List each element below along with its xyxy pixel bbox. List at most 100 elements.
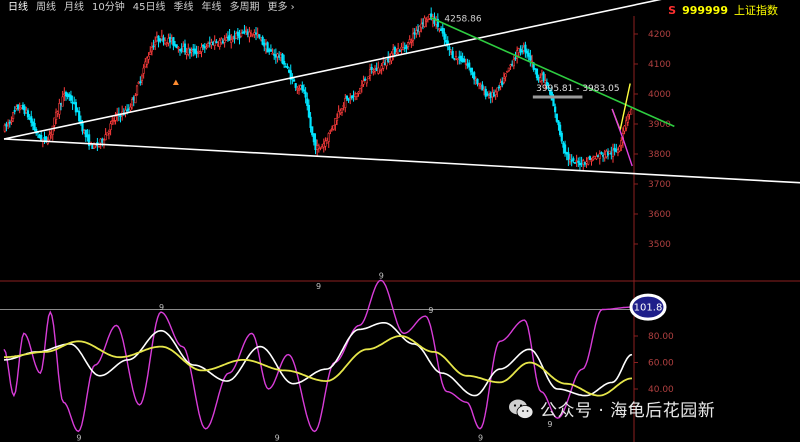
candle-body <box>200 47 203 52</box>
candle-body <box>69 95 73 101</box>
candle-body <box>378 69 382 72</box>
candle-body <box>335 117 339 121</box>
candle-body <box>600 152 603 154</box>
candle-body <box>618 146 621 152</box>
candle-body <box>486 93 489 96</box>
tab-weekly[interactable]: 周线 <box>32 1 60 15</box>
candle-body <box>368 69 372 76</box>
candle-body <box>172 37 175 46</box>
tab-quarterly[interactable]: 季线 <box>169 1 197 15</box>
y-tick-label: 3800 <box>648 150 671 160</box>
osc-marker: 9 <box>159 303 164 312</box>
candle-body <box>502 77 506 83</box>
y-tick-label: 3700 <box>648 180 671 190</box>
candle-body <box>563 144 567 154</box>
candle-body <box>443 32 446 40</box>
osc-marker: 9 <box>478 433 483 442</box>
candle-body <box>135 85 139 95</box>
signal-marker <box>172 79 179 85</box>
candle-body <box>577 161 580 163</box>
candle-body <box>245 29 248 32</box>
candle-body <box>294 83 297 88</box>
candle-body <box>147 55 150 60</box>
candle-body <box>496 87 499 92</box>
candle-body <box>258 34 261 38</box>
candle-body <box>112 120 115 122</box>
candle-body <box>542 72 545 81</box>
osc-y-tick-label: 40.00 <box>648 385 674 395</box>
candle-body <box>554 106 557 113</box>
trendline-upper-channel <box>3 0 662 140</box>
osc-marker: 9 <box>428 306 433 315</box>
candle-body <box>626 115 629 123</box>
candle-body <box>425 19 428 22</box>
candle-body <box>7 123 10 126</box>
candle-body <box>81 121 84 132</box>
candle-body <box>26 110 30 118</box>
candle-body <box>410 40 413 43</box>
candle-body <box>398 50 401 52</box>
candle-body <box>552 98 555 107</box>
candle-body <box>286 66 289 68</box>
watermark-text: 公众号 · 海龟后花园新 <box>540 401 716 421</box>
osc-marker: 9 <box>547 420 552 429</box>
candle-body <box>560 132 563 142</box>
osc-marker: 9 <box>379 271 384 280</box>
candle-body <box>630 109 633 115</box>
candle-body <box>309 116 312 128</box>
candle-body <box>10 120 13 123</box>
tab-45day[interactable]: 45日线 <box>129 1 170 15</box>
candle-body <box>126 109 129 112</box>
candle-body <box>283 60 286 65</box>
candle-body <box>506 70 509 73</box>
candle-body <box>420 23 423 29</box>
candle-body <box>306 98 309 106</box>
candle-body <box>33 122 36 131</box>
candle-body <box>142 67 145 74</box>
candle-body <box>215 41 218 43</box>
osc-y-tick-label: 80.00 <box>648 332 674 342</box>
candle-body <box>154 41 157 46</box>
candle-body <box>567 152 570 161</box>
candle-body <box>190 50 193 53</box>
candle-body <box>301 85 304 91</box>
tab-10min[interactable]: 10分钟 <box>88 1 129 15</box>
tab-more[interactable]: 更多 › <box>263 1 298 15</box>
candle-body <box>494 91 497 95</box>
candle-body <box>243 31 246 33</box>
candle-body <box>269 49 273 52</box>
candle-body <box>202 45 205 47</box>
candle-body <box>345 95 349 99</box>
tab-monthly[interactable]: 月线 <box>60 1 88 15</box>
candle-body <box>359 88 362 95</box>
candle-body <box>51 125 54 135</box>
tab-daily[interactable]: 日线 <box>4 1 32 15</box>
candle-body <box>367 76 370 80</box>
candle-body <box>360 85 363 88</box>
candle-body <box>107 130 111 134</box>
candle-body <box>134 95 137 104</box>
candle-body <box>327 133 330 142</box>
candle-body <box>598 153 601 159</box>
candle-body <box>78 111 81 122</box>
candle-body <box>463 58 466 63</box>
candle-body <box>469 67 472 73</box>
candle-body <box>332 124 335 130</box>
candle-body <box>411 33 415 41</box>
candle-body <box>572 158 575 161</box>
instrument-name: 上证指数 <box>734 4 778 17</box>
candle-body <box>344 98 347 108</box>
tab-multi-period[interactable]: 多周期 <box>225 1 263 15</box>
y-tick-label: 4000 <box>648 90 671 100</box>
watermark: 公众号 · 海龟后花园新 <box>508 396 715 421</box>
tab-yearly[interactable]: 年线 <box>197 1 225 15</box>
candle-body <box>573 162 577 164</box>
candle-body <box>61 96 64 107</box>
candle-body <box>292 79 296 82</box>
candle-body <box>512 59 515 67</box>
candle-body <box>177 47 180 49</box>
candle-body <box>140 75 144 81</box>
osc-marker: 9 <box>275 433 280 442</box>
candle-body <box>557 120 560 126</box>
tab-more-label: 更多 <box>267 2 288 13</box>
